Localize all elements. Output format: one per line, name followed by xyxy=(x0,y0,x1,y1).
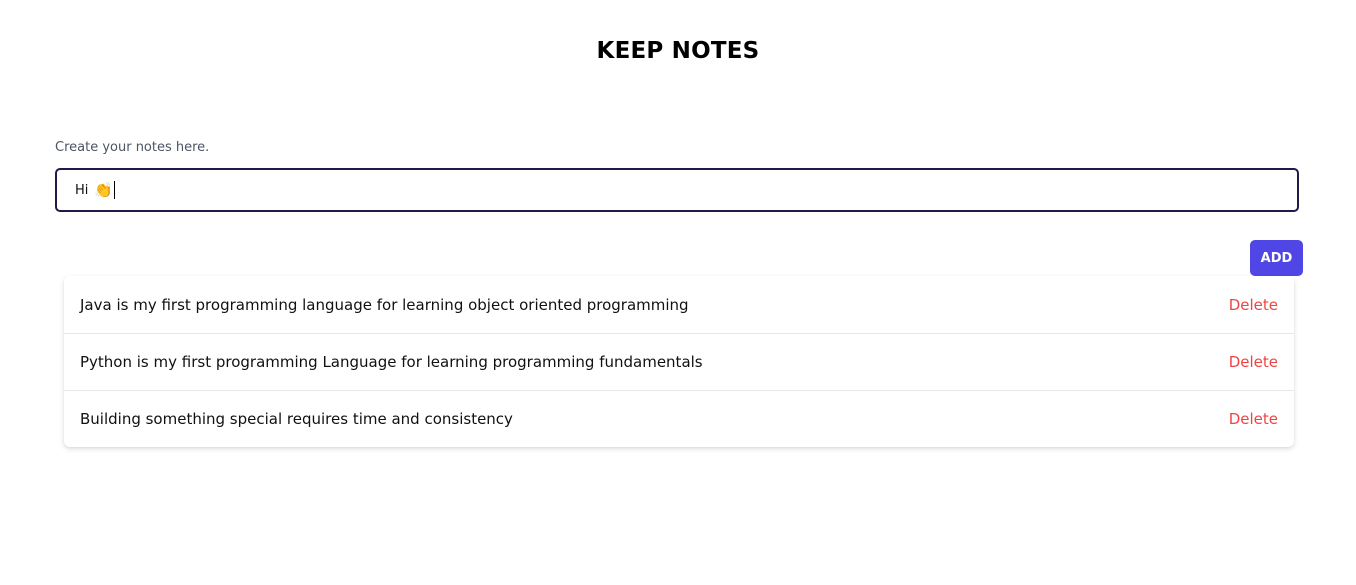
note-input-value: Hi xyxy=(75,182,89,198)
note-text: Building something special requires time… xyxy=(80,410,513,428)
clapping-hands-emoji: 👏 xyxy=(94,180,114,199)
note-text: Python is my first programming Language … xyxy=(80,353,703,371)
note-item: Python is my first programming Language … xyxy=(64,333,1294,390)
note-item: Building something special requires time… xyxy=(64,390,1294,447)
page-title: KEEP NOTES xyxy=(596,38,760,64)
add-button[interactable]: ADD xyxy=(1250,240,1303,276)
delete-button[interactable]: Delete xyxy=(1229,296,1278,314)
note-item: Java is my first programming language fo… xyxy=(64,276,1294,333)
note-input-label: Create your notes here. xyxy=(55,140,210,155)
note-input[interactable]: Hi 👏 xyxy=(55,168,1299,212)
note-text: Java is my first programming language fo… xyxy=(80,295,689,314)
delete-button[interactable]: Delete xyxy=(1229,353,1278,371)
notes-list: Java is my first programming language fo… xyxy=(64,276,1294,447)
delete-button[interactable]: Delete xyxy=(1229,410,1278,428)
notes-app: KEEP NOTES Create your notes here. Hi 👏 … xyxy=(0,0,1356,585)
text-caret xyxy=(114,181,116,199)
